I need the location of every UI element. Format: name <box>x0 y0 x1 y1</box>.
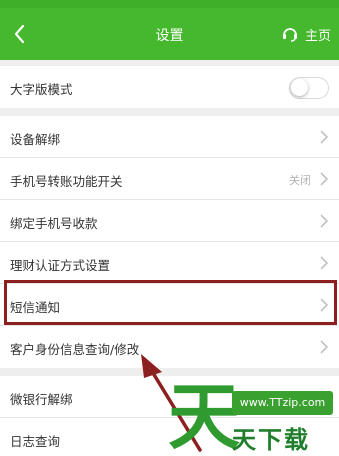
home-button[interactable]: 主页 <box>281 22 331 46</box>
switch-status: 关闭 <box>289 174 311 187</box>
headset-icon <box>282 28 297 42</box>
list-item-customer-id-query[interactable]: 客户身份信息查询/修改 <box>0 326 339 368</box>
annotation-highlight-box <box>4 280 337 325</box>
header-bar: 设置 主页 <box>0 8 339 60</box>
list-item-label: 客户身份信息查询/修改 <box>10 342 140 357</box>
status-bar <box>0 0 339 8</box>
list-item-device-unbind[interactable]: 设备解绑 <box>0 116 339 158</box>
settings-group-display: 大字版模式 <box>0 66 339 108</box>
list-item-label: 大字版模式 <box>10 82 73 97</box>
list-item-bind-phone-receive[interactable]: 绑定手机号收款 <box>0 200 339 242</box>
toggle-knob <box>291 79 308 96</box>
chevron-right-icon <box>320 256 329 270</box>
list-item-label: 日志查询 <box>10 434 61 449</box>
watermark-logo: 天 <box>168 376 240 452</box>
chevron-right-icon <box>320 130 329 144</box>
list-item-label: 手机号转账功能开关 <box>10 174 123 189</box>
list-item-label: 绑定手机号收款 <box>10 216 98 231</box>
list-item-phone-transfer-switch[interactable]: 手机号转账功能开关 关闭 <box>0 158 339 200</box>
list-item-label: 理财认证方式设置 <box>10 258 111 273</box>
list-item-label: 设备解绑 <box>10 132 61 147</box>
large-font-toggle[interactable] <box>289 77 329 99</box>
watermark-text: 天下载 <box>232 426 310 454</box>
list-item-large-font-mode: 大字版模式 <box>0 66 339 108</box>
chevron-right-icon <box>320 214 329 228</box>
svg-text:天: 天 <box>168 376 240 452</box>
watermark-url: www.TTzip.com <box>232 391 333 415</box>
chevron-right-icon <box>320 172 329 186</box>
settings-group-main: 设备解绑 手机号转账功能开关 关闭 绑定手机号收款 理财认证方式设置 短信通知 … <box>0 116 339 368</box>
chevron-right-icon <box>320 340 329 354</box>
list-item-finance-auth-settings[interactable]: 理财认证方式设置 <box>0 242 339 284</box>
list-item-label: 微银行解绑 <box>10 392 73 407</box>
home-label: 主页 <box>304 28 331 44</box>
